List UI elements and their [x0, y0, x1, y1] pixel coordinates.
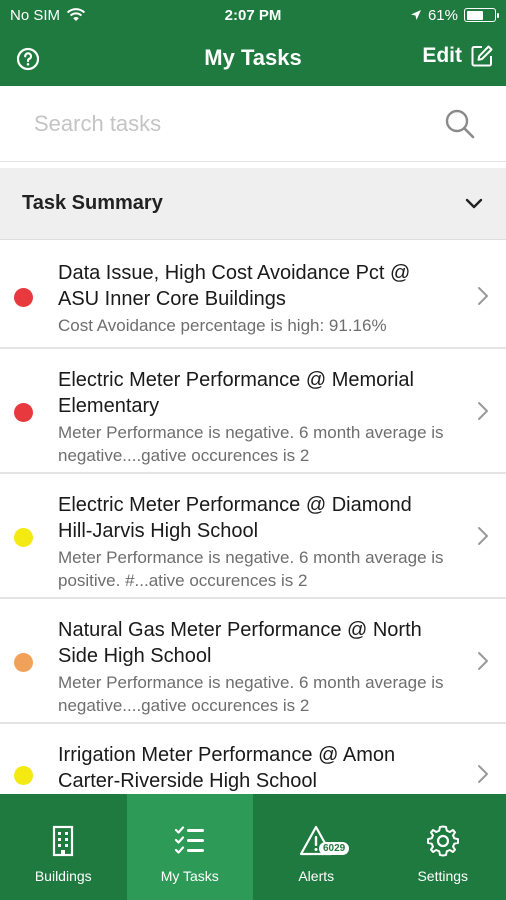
- chevron-right-icon: [478, 287, 488, 305]
- tab-label: Settings: [417, 868, 469, 884]
- battery-level: [466, 10, 483, 20]
- status-dot: [14, 403, 33, 422]
- gear-icon: [426, 825, 459, 857]
- status-dot: [14, 528, 33, 547]
- tab-label: My Tasks: [160, 868, 219, 884]
- task-title: Irrigation Meter Performance @ Amon Cart…: [58, 744, 396, 792]
- task-description: Meter Performance is negative. 6 month a…: [58, 673, 444, 715]
- task-row[interactable]: Natural Gas Meter Performance @ North Si…: [0, 599, 506, 724]
- task-description: Meter Performance is negative. 6 month a…: [58, 423, 444, 465]
- tab-settings[interactable]: Settings: [380, 794, 506, 900]
- task-title: Data Issue, High Cost Avoidance Pct @ AS…: [58, 262, 411, 310]
- tab-label: Alerts: [298, 868, 335, 884]
- status-left: No SIM: [10, 7, 86, 24]
- wifi-icon: [66, 8, 86, 21]
- battery-percent: 61%: [427, 6, 458, 24]
- status-dot: [14, 288, 33, 307]
- task-row[interactable]: Electric Meter Performance @ Diamond Hil…: [0, 474, 506, 599]
- task-description: Cost Avoidance percentage is high: 91.16…: [58, 316, 387, 335]
- task-summary-label: Task Summary: [22, 192, 163, 214]
- carrier-label: No SIM: [10, 6, 61, 24]
- task-row[interactable]: Irrigation Meter Performance @ Amon Cart…: [0, 724, 506, 794]
- tab-label: Buildings: [34, 868, 92, 884]
- location-arrow-icon: [410, 10, 421, 20]
- chevron-down-icon: [465, 198, 483, 208]
- edit-square-icon: [471, 45, 493, 67]
- building-icon: [53, 825, 74, 857]
- tab-my-tasks[interactable]: My Tasks: [126, 794, 253, 900]
- edit-button[interactable]: Edit: [422, 44, 494, 68]
- task-list-icon: [174, 826, 204, 854]
- status-dot: [14, 766, 33, 785]
- task-row[interactable]: Data Issue, High Cost Avoidance Pct @ AS…: [0, 240, 506, 349]
- alert-count-badge: 6029: [319, 842, 350, 855]
- tab-alerts[interactable]: 6029 Alerts: [253, 794, 380, 900]
- task-list: Data Issue, High Cost Avoidance Pct @ AS…: [0, 240, 506, 794]
- task-summary-header[interactable]: Task Summary: [0, 168, 506, 240]
- nav-bar: My Tasks Edit: [0, 30, 506, 86]
- task-title: Electric Meter Performance @ Diamond Hil…: [58, 494, 412, 542]
- chevron-right-icon: [478, 527, 488, 545]
- status-right: 61%: [410, 6, 499, 24]
- search-icon[interactable]: [444, 108, 476, 140]
- battery-icon: [464, 8, 499, 22]
- chevron-right-icon: [478, 652, 488, 670]
- task-row[interactable]: Electric Meter Performance @ Memorial El…: [0, 349, 506, 474]
- chevron-right-icon: [478, 765, 488, 783]
- task-title: Natural Gas Meter Performance @ North Si…: [58, 619, 422, 667]
- status-dot: [14, 653, 33, 672]
- tab-bar: Buildings My Tasks 6029 Alerts Settings: [0, 794, 506, 900]
- tab-buildings[interactable]: Buildings: [0, 794, 127, 900]
- edit-label: Edit: [422, 44, 462, 67]
- chevron-right-icon: [478, 402, 488, 420]
- question-circle-icon[interactable]: [16, 47, 40, 71]
- task-title: Electric Meter Performance @ Memorial El…: [58, 369, 414, 417]
- search-input[interactable]: [34, 106, 434, 142]
- status-bar: No SIM 2:07 PM 61%: [0, 0, 506, 30]
- search-bar: [0, 86, 506, 162]
- task-description: Meter Performance is negative. 6 month a…: [58, 548, 444, 590]
